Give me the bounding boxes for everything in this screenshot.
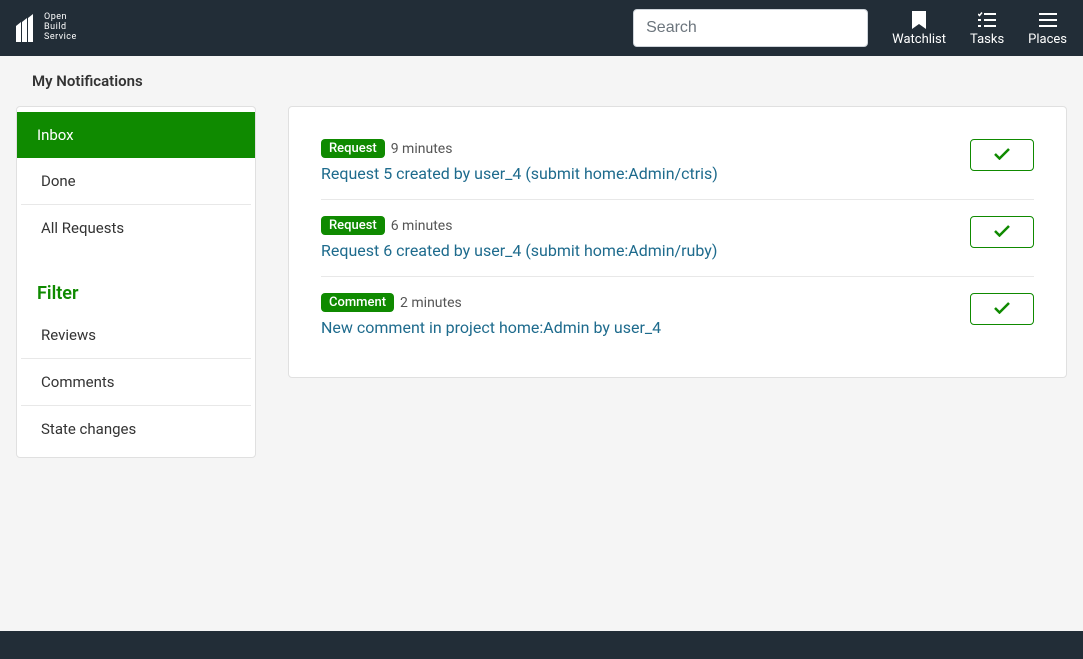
mark-read-button[interactable] — [970, 216, 1034, 248]
check-icon — [994, 225, 1010, 240]
mark-read-button[interactable] — [970, 139, 1034, 171]
sidebar-filter-reviews[interactable]: Reviews — [21, 312, 251, 359]
nav-places[interactable]: Places — [1028, 10, 1067, 47]
notification-content: Comment 2 minutes New comment in project… — [321, 293, 661, 337]
notification-meta: Request 6 minutes — [321, 216, 717, 235]
nav-places-label: Places — [1028, 32, 1067, 47]
notification-row: Comment 2 minutes New comment in project… — [321, 277, 1034, 353]
notification-row: Request 6 minutes Request 6 created by u… — [321, 200, 1034, 277]
notification-title-link[interactable]: New comment in project home:Admin by use… — [321, 318, 661, 337]
notification-time: 6 minutes — [391, 218, 453, 234]
notification-meta: Request 9 minutes — [321, 139, 718, 158]
check-icon — [994, 148, 1010, 163]
notification-title-link[interactable]: Request 5 created by user_4 (submit home… — [321, 164, 718, 183]
notification-meta: Comment 2 minutes — [321, 293, 661, 312]
sidebar: Inbox Done All Requests Filter Reviews C… — [16, 106, 256, 458]
sidebar-nav-section: Inbox Done All Requests — [17, 112, 255, 251]
nav-tasks-label: Tasks — [970, 32, 1004, 47]
footer — [0, 631, 1083, 659]
notification-content: Request 6 minutes Request 6 created by u… — [321, 216, 717, 260]
sidebar-filter-state-changes[interactable]: State changes — [21, 406, 251, 452]
navbar-right: Watchlist Tasks — [633, 9, 1067, 47]
page-title: My Notifications — [0, 56, 1083, 106]
logo[interactable]: Open Build Service — [16, 13, 77, 43]
notification-badge: Comment — [321, 293, 394, 312]
logo-line3: Service — [44, 33, 77, 43]
navbar: Open Build Service Watchlist — [0, 0, 1083, 56]
nav-watchlist[interactable]: Watchlist — [892, 10, 946, 47]
main-content: Inbox Done All Requests Filter Reviews C… — [0, 106, 1083, 458]
notification-title-link[interactable]: Request 6 created by user_4 (submit home… — [321, 241, 717, 260]
sidebar-filter-header: Filter — [17, 271, 255, 312]
notification-badge: Request — [321, 139, 385, 158]
content-wrapper: My Notifications Inbox Done All Requests… — [0, 56, 1083, 583]
menu-icon — [1039, 10, 1057, 30]
sidebar-item-done[interactable]: Done — [21, 158, 251, 205]
nav-watchlist-label: Watchlist — [892, 32, 946, 47]
sidebar-item-all-requests[interactable]: All Requests — [21, 205, 251, 251]
notifications-panel: Request 9 minutes Request 5 created by u… — [288, 106, 1067, 378]
notification-row: Request 9 minutes Request 5 created by u… — [321, 131, 1034, 200]
bookmark-icon — [912, 10, 926, 30]
search-input[interactable] — [633, 9, 868, 47]
check-icon — [994, 302, 1010, 317]
mark-read-button[interactable] — [970, 293, 1034, 325]
navbar-left: Open Build Service — [16, 13, 77, 43]
sidebar-filter-comments[interactable]: Comments — [21, 359, 251, 406]
sidebar-gap — [17, 251, 255, 271]
sidebar-item-inbox[interactable]: Inbox — [17, 112, 255, 158]
tasks-icon — [978, 10, 996, 30]
notification-content: Request 9 minutes Request 5 created by u… — [321, 139, 718, 183]
notification-time: 2 minutes — [400, 295, 462, 311]
nav-tasks[interactable]: Tasks — [970, 10, 1004, 47]
logo-text: Open Build Service — [44, 13, 77, 43]
notification-time: 9 minutes — [391, 141, 453, 157]
footer-gap — [0, 583, 1083, 631]
sidebar-filter-section: Reviews Comments State changes — [17, 312, 255, 452]
logo-icon — [16, 14, 38, 42]
notification-badge: Request — [321, 216, 385, 235]
